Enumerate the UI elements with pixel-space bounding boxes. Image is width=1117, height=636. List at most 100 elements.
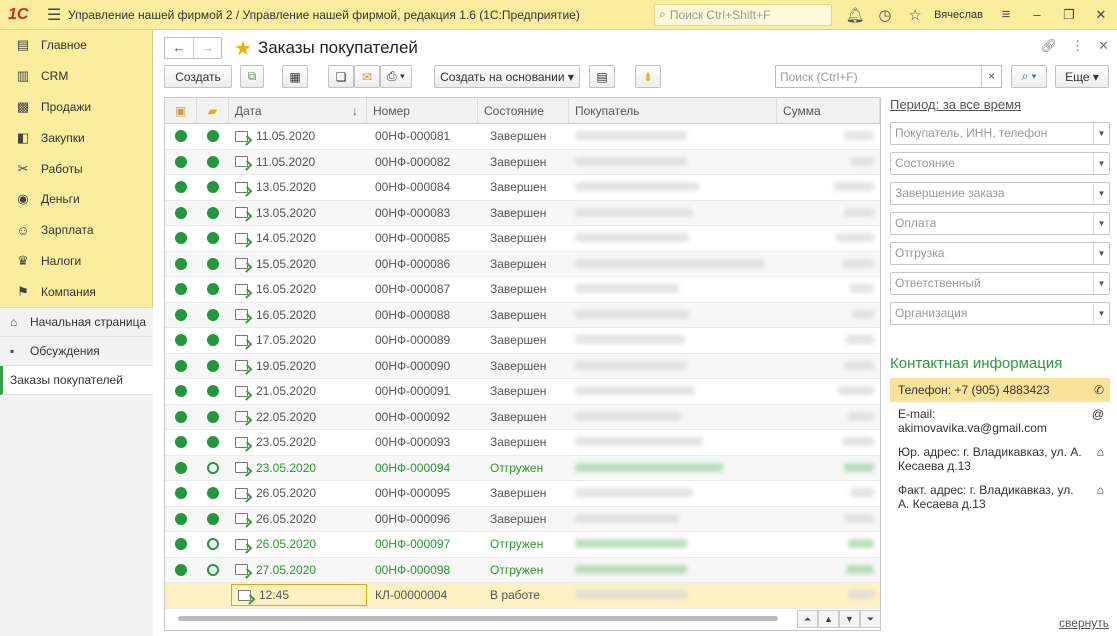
- favorite-star-icon[interactable]: ★: [234, 36, 252, 61]
- attach-file-button[interactable]: ❏: [328, 65, 354, 88]
- col-header-customer[interactable]: Покупатель: [569, 98, 777, 123]
- col-header-number[interactable]: Номер: [367, 98, 478, 123]
- clear-search-icon[interactable]: ×: [981, 66, 1001, 87]
- dropdown-icon[interactable]: ▼: [1093, 123, 1109, 144]
- table-row[interactable]: 11.05.2020 00НФ-000082 Завершен: [165, 149, 880, 175]
- table-row[interactable]: 15.05.2020 00НФ-000086 Завершен: [165, 251, 880, 277]
- forward-arrow-icon[interactable]: →: [193, 38, 221, 58]
- contact-phone[interactable]: Телефон: +7 (905) 4883423 ✆: [890, 378, 1110, 402]
- filter-field-1[interactable]: Состояние ▼: [890, 152, 1110, 175]
- contact-legal-address[interactable]: Юр. адрес: г. Владикавказ, ул. А. Кесаев…: [890, 440, 1110, 478]
- settings-menu-icon[interactable]: ≡: [991, 6, 1021, 23]
- table-row[interactable]: 16.05.2020 00НФ-000087 Завершен: [165, 277, 880, 303]
- open-window-0[interactable]: ⌂ Начальная страница: [0, 308, 153, 337]
- copy-button[interactable]: ⧉: [240, 65, 264, 88]
- house-icon[interactable]: ⌂: [1097, 445, 1104, 459]
- scroll-bottom-icon[interactable]: ⏷: [860, 610, 881, 628]
- more-button[interactable]: Еще ▾: [1055, 65, 1109, 88]
- period-link[interactable]: Период: за все время: [890, 97, 1110, 112]
- send-email-button[interactable]: ✉: [354, 65, 380, 88]
- user-name[interactable]: Вячеслав: [930, 9, 991, 21]
- col-paid-icon[interactable]: ▣: [165, 98, 197, 123]
- col-shipped-icon[interactable]: ▰: [197, 98, 229, 123]
- dropdown-icon[interactable]: ▼: [1093, 303, 1109, 324]
- filter-field-6[interactable]: Организация ▼: [890, 302, 1110, 325]
- create-button[interactable]: Создать: [164, 65, 232, 88]
- contact-actual-address[interactable]: Факт. адрес: г. Владикавказ, ул. А. Кеса…: [890, 478, 1110, 516]
- filter-field-4[interactable]: Отгрузка ▼: [890, 242, 1110, 265]
- table-row[interactable]: 23.05.2020 00НФ-000093 Завершен: [165, 430, 880, 456]
- paid-status-icon: [175, 130, 187, 143]
- date-cell-editing[interactable]: 12:45: [231, 584, 367, 607]
- sidebar-item-1[interactable]: ▥ CRM: [0, 61, 152, 92]
- sidebar-item-4[interactable]: ✂ Работы: [0, 153, 152, 184]
- table-row[interactable]: 16.05.2020 00НФ-000088 Завершен: [165, 302, 880, 328]
- print-button[interactable]: ⎙ ▾: [380, 65, 412, 88]
- open-window-2[interactable]: Заказы покупателей: [0, 366, 153, 395]
- table-row[interactable]: 11.05.2020 00НФ-000081 Завершен: [165, 124, 880, 150]
- sidebar-item-7[interactable]: ♛ Налоги: [0, 246, 152, 277]
- dropdown-icon[interactable]: ▼: [1093, 213, 1109, 234]
- add-document-button[interactable]: ▦: [282, 65, 308, 88]
- minimize-icon[interactable]: –: [1021, 7, 1053, 22]
- scroll-down-icon[interactable]: ▼: [839, 610, 860, 628]
- history-icon[interactable]: ◷: [870, 6, 900, 24]
- horizontal-scrollbar[interactable]: [164, 608, 796, 628]
- orders-table[interactable]: ▣ ▰ Дата ↓ Номер Состояние Покупатель Су…: [164, 97, 881, 631]
- sidebar-item-8[interactable]: ⚑ Компания: [0, 276, 152, 307]
- table-row[interactable]: 22.05.2020 00НФ-000092 Завершен: [165, 404, 880, 430]
- table-row[interactable]: 12:45 КЛ-00000004 В работе: [165, 583, 880, 609]
- table-row[interactable]: 21.05.2020 00НФ-000091 Завершен: [165, 379, 880, 405]
- open-window-1[interactable]: ▪ Обсуждения: [0, 337, 153, 366]
- dropdown-icon[interactable]: ▼: [1093, 183, 1109, 204]
- scroll-up-icon[interactable]: ▲: [818, 610, 839, 628]
- sidebar-item-2[interactable]: ▩ Продажи: [0, 92, 152, 123]
- table-row[interactable]: 23.05.2020 00НФ-000094 Отгружен: [165, 455, 880, 481]
- close-icon[interactable]: ✕: [1085, 7, 1117, 23]
- table-row[interactable]: 13.05.2020 00НФ-000084 Завершен: [165, 175, 880, 201]
- table-row[interactable]: 17.05.2020 00НФ-000089 Завершен: [165, 328, 880, 354]
- structure-button[interactable]: ⇟: [635, 65, 661, 88]
- house-icon[interactable]: ⌂: [1097, 483, 1104, 497]
- global-search-input[interactable]: ⌕ Поиск Ctrl+Shift+F: [654, 3, 833, 26]
- filter-field-5[interactable]: Ответственный ▼: [890, 272, 1110, 295]
- favorites-star-icon[interactable]: ☆: [900, 6, 930, 24]
- at-icon[interactable]: @: [1092, 407, 1104, 421]
- sidebar-item-0[interactable]: ▤ Главное: [0, 30, 152, 61]
- table-row[interactable]: 26.05.2020 00НФ-000095 Завершен: [165, 481, 880, 507]
- table-row[interactable]: 13.05.2020 00НФ-000083 Завершен: [165, 200, 880, 226]
- create-based-on-button[interactable]: Создать на основании ▾: [434, 65, 580, 88]
- main-menu-icon[interactable]: ☰: [40, 5, 68, 25]
- filter-field-2[interactable]: Завершение заказа ▼: [890, 182, 1110, 205]
- back-arrow-icon[interactable]: ←: [165, 38, 193, 58]
- report-button[interactable]: ▤: [589, 65, 615, 88]
- search-options-button[interactable]: ⌕ ▾: [1011, 65, 1047, 88]
- sidebar-item-5[interactable]: ◉ Деньги: [0, 184, 152, 215]
- table-row[interactable]: 26.05.2020 00НФ-000097 Отгружен: [165, 532, 880, 558]
- link-icon[interactable]: 🔗︎: [1041, 38, 1058, 54]
- table-row[interactable]: 19.05.2020 00НФ-000090 Завершен: [165, 353, 880, 379]
- dropdown-icon[interactable]: ▼: [1093, 153, 1109, 174]
- more-vert-icon[interactable]: ⋮: [1071, 38, 1084, 54]
- close-form-icon[interactable]: ✕: [1098, 38, 1109, 54]
- col-header-status[interactable]: Состояние: [478, 98, 569, 123]
- scroll-top-icon[interactable]: ⏶: [797, 610, 818, 628]
- table-row[interactable]: 27.05.2020 00НФ-000098 Отгружен: [165, 557, 880, 583]
- list-search-input[interactable]: Поиск (Ctrl+F) ×: [775, 65, 1002, 88]
- bell-icon[interactable]: 🔔︎: [840, 6, 870, 24]
- table-row[interactable]: 26.05.2020 00НФ-000096 Завершен: [165, 506, 880, 532]
- filter-field-0[interactable]: Покупатель, ИНН, телефон ▼: [890, 122, 1110, 145]
- contact-email[interactable]: E-mail: akimovavika.va@gmail.com @: [890, 402, 1110, 440]
- table-row[interactable]: 14.05.2020 00НФ-000085 Завершен: [165, 226, 880, 252]
- col-header-date[interactable]: Дата ↓: [229, 98, 367, 123]
- filter-field-3[interactable]: Оплата ▼: [890, 212, 1110, 235]
- dropdown-icon[interactable]: ▼: [1093, 273, 1109, 294]
- scroll-thumb[interactable]: [178, 616, 778, 621]
- sidebar-item-6[interactable]: ☺ Зарплата: [0, 215, 152, 246]
- phone-icon[interactable]: ✆: [1094, 383, 1104, 397]
- dropdown-icon[interactable]: ▼: [1093, 243, 1109, 264]
- restore-icon[interactable]: ❐: [1053, 7, 1085, 23]
- sidebar-item-3[interactable]: ◧ Закупки: [0, 122, 152, 153]
- collapse-link[interactable]: свернуть: [1059, 616, 1109, 630]
- col-header-sum[interactable]: Сумма: [777, 98, 880, 123]
